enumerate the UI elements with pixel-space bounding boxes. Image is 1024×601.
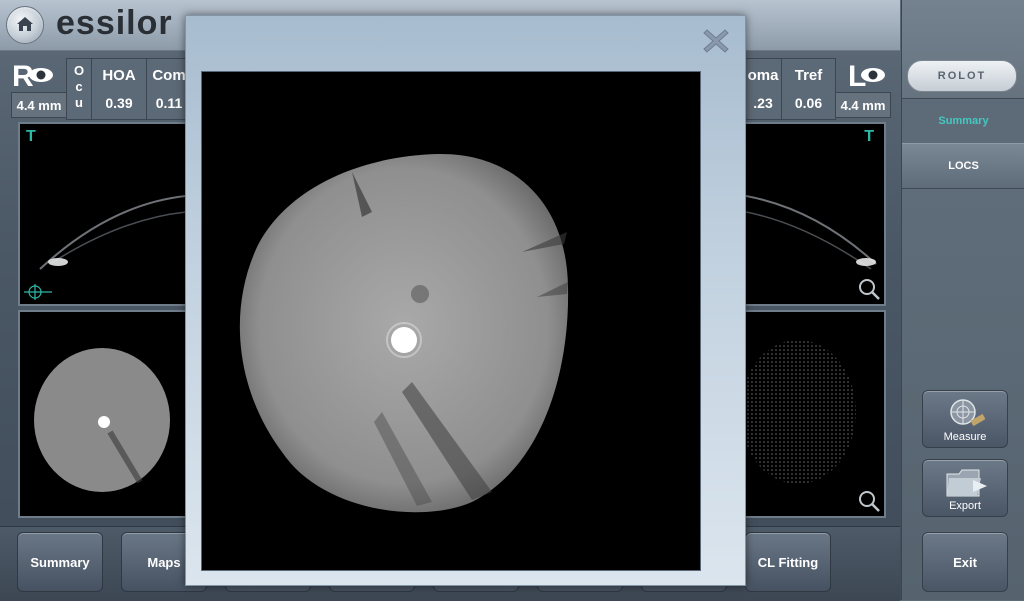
hoa-value: 0.39: [105, 95, 133, 111]
left-eye-icon: [861, 68, 885, 82]
right-retro-image: [34, 348, 170, 492]
export-folder-icon: [946, 469, 987, 497]
left-measure-table: oma .23 Tref 0.06: [744, 58, 836, 120]
right-retro-panel[interactable]: [18, 310, 188, 518]
left-retro-panel[interactable]: [744, 310, 886, 518]
left-pupil-size: 4.4 mm: [835, 92, 891, 118]
right-measure-table: Ocu HOA 0.39 Com 0.11: [66, 58, 192, 120]
measure-label: Measure: [943, 431, 987, 443]
zoom-icon[interactable]: [858, 278, 880, 300]
brand-area: ROLOT: [902, 0, 1024, 99]
home-button[interactable]: [6, 6, 44, 44]
rolot-badge: ROLOT: [907, 60, 1017, 92]
left-scheimpflug-image: [746, 195, 877, 270]
export-button[interactable]: Export: [922, 459, 1008, 517]
right-scheimpflug-panel[interactable]: T: [18, 122, 188, 306]
export-label: Export: [949, 500, 981, 512]
right-side-panel: ROLOT Summary LOCS Measure Export Exit: [901, 0, 1024, 600]
left-coma-column: oma .23: [745, 59, 782, 119]
tref-value: 0.06: [794, 95, 823, 111]
brand-logo: essilor: [56, 4, 173, 42]
left-scheimpflug-panel[interactable]: T: [744, 122, 886, 306]
left-coma-header: oma: [747, 67, 779, 84]
close-button[interactable]: [701, 26, 731, 56]
exit-button[interactable]: Exit: [922, 532, 1008, 592]
nav-cl-fitting-button[interactable]: CL Fitting: [745, 532, 831, 592]
right-scheimpflug-image: [39, 195, 186, 270]
tab-locs[interactable]: LOCS: [902, 143, 1024, 189]
right-pupil-size: 4.4 mm: [11, 92, 67, 118]
zoomed-retro-image[interactable]: [201, 71, 701, 571]
close-icon: [703, 29, 729, 53]
left-retro-image: [746, 340, 856, 484]
tref-column: Tref 0.06: [782, 59, 835, 119]
tab-summary[interactable]: Summary: [902, 99, 1024, 143]
zoom-icon-2[interactable]: [858, 490, 880, 512]
ocu-column: Ocu: [67, 59, 92, 119]
measure-icon: [950, 399, 985, 427]
nav-summary-button[interactable]: Summary: [17, 532, 103, 592]
measure-button[interactable]: Measure: [922, 390, 1008, 448]
left-coma-value: .23: [753, 95, 773, 111]
crosshair-icon[interactable]: [24, 284, 52, 300]
hoa-column: HOA 0.39: [92, 59, 147, 119]
zoomed-lens-image: [239, 153, 569, 513]
home-icon: [17, 17, 33, 31]
right-eye-icon: [29, 68, 53, 82]
ocu-header: Ocu: [74, 63, 85, 110]
tref-header: Tref: [794, 67, 823, 84]
image-zoom-dialog: [185, 15, 746, 586]
hoa-header: HOA: [102, 67, 136, 84]
